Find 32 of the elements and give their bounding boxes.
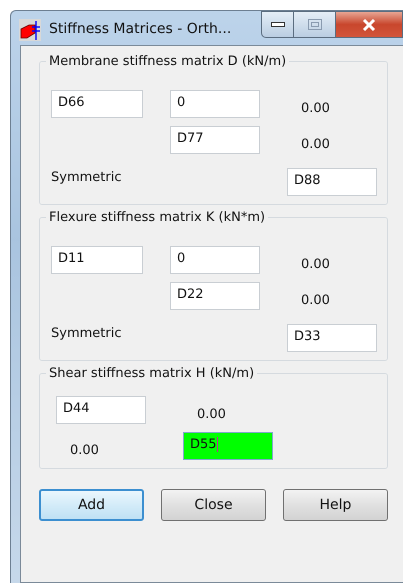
input-field[interactable]: D11	[51, 246, 143, 274]
window-title: Stiffness Matrices - Orth...	[49, 21, 232, 37]
input-field[interactable]: D55	[183, 432, 273, 460]
app-icon	[19, 19, 41, 41]
input-field[interactable]: D44	[56, 396, 146, 424]
value-text: 0.00	[300, 100, 331, 116]
value-text: 0.00	[300, 292, 331, 308]
value-text: 0.00	[196, 406, 227, 422]
close-button[interactable]	[336, 11, 403, 38]
dialog-button[interactable]: Close	[161, 489, 266, 521]
maximize-icon	[308, 19, 322, 30]
input-field[interactable]: 0	[170, 246, 260, 274]
input-field[interactable]: 0	[170, 90, 260, 118]
minimize-button[interactable]	[261, 11, 294, 38]
value-text: 0.00	[69, 442, 100, 458]
input-field[interactable]: D33	[287, 324, 377, 352]
symmetric-label: Symmetric	[51, 326, 122, 340]
input-field[interactable]: D88	[287, 168, 377, 196]
value-text: 0.00	[300, 256, 331, 272]
maximize-button[interactable]	[294, 11, 336, 38]
dialog-button[interactable]: Add	[39, 489, 144, 521]
input-field[interactable]: D77	[170, 126, 260, 154]
group-title: Flexure stiffness matrix K (kN*m)	[46, 210, 268, 225]
value-text: 0.00	[300, 136, 331, 152]
input-field[interactable]: D22	[170, 282, 260, 310]
close-icon	[362, 18, 376, 30]
input-field[interactable]: D66	[51, 90, 143, 118]
symmetric-label: Symmetric	[51, 170, 122, 184]
minimize-icon	[270, 22, 284, 27]
group-title: Membrane stiffness matrix D (kN/m)	[46, 54, 290, 69]
dialog-button[interactable]: Help	[283, 489, 388, 521]
group-title: Shear stiffness matrix H (kN/m)	[46, 366, 258, 381]
